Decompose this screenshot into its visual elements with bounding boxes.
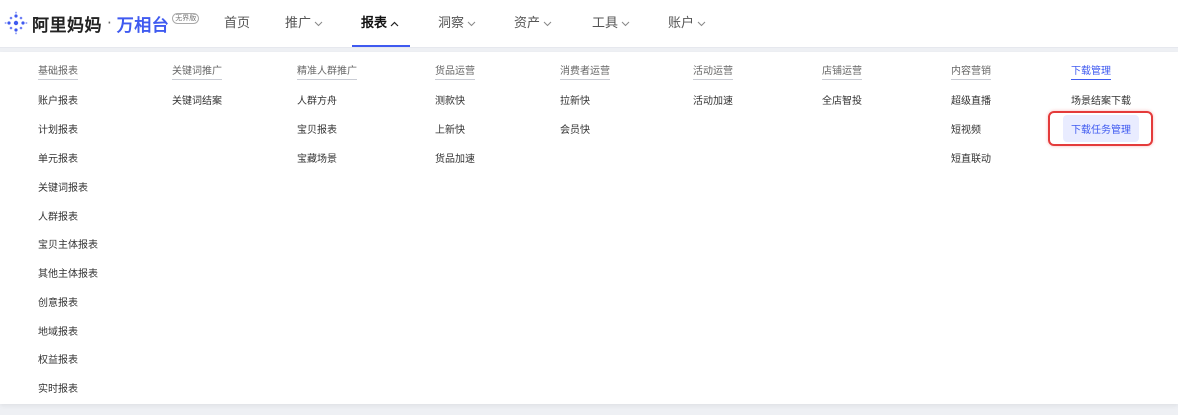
nav-home-label: 首页 [224, 16, 251, 31]
annotation-highlight-box [1048, 111, 1153, 146]
nav-assets-label: 资产 [514, 16, 541, 31]
menu-item-store-smart-invest[interactable]: 全店智投 [822, 92, 862, 107]
menu-item-scene-closing-download[interactable]: 场景结案下载 [1071, 92, 1131, 107]
nav-home[interactable]: 首页 [224, 0, 250, 47]
chevron-up-icon [390, 21, 399, 26]
menu-item-short-live-link[interactable]: 短直联动 [951, 150, 991, 165]
menu-item-audience-ark[interactable]: 人群方舟 [297, 92, 337, 107]
nav-promotion-label: 推广 [285, 16, 312, 31]
nav-promotion[interactable]: 推广 [285, 0, 323, 47]
menu-item-plan-report[interactable]: 计划报表 [38, 121, 78, 136]
chevron-down-icon [697, 21, 706, 26]
nav-reports-label: 报表 [361, 16, 388, 31]
top-navigation-bar: 阿里妈妈 · 万相台 无界版 首页 推广 报表 洞察 资产 工具 账户 [0, 0, 1178, 48]
menu-item-acquire-fast[interactable]: 拉新快 [560, 92, 590, 107]
menu-item-treasure-scene[interactable]: 宝藏场景 [297, 150, 337, 165]
brand-name: 阿里妈妈 [32, 15, 102, 36]
menu-item-goods-boost[interactable]: 货品加速 [435, 150, 475, 165]
column-title: 货品运营 [435, 62, 475, 80]
column-title: 关键词推广 [172, 62, 222, 80]
brand-separator: · [107, 14, 112, 32]
edition-badge: 无界版 [172, 13, 200, 24]
nav-account[interactable]: 账户 [668, 0, 706, 47]
nav-insight-label: 洞察 [438, 16, 465, 31]
alimama-logo-icon [4, 11, 28, 35]
nav-insight[interactable]: 洞察 [438, 0, 476, 47]
nav-tools-label: 工具 [592, 16, 619, 31]
menu-item-account-report[interactable]: 账户报表 [38, 92, 78, 107]
menu-item-keyword-closing[interactable]: 关键词结案 [172, 92, 222, 107]
menu-item-keyword-report[interactable]: 关键词报表 [38, 179, 88, 194]
menu-item-member-fast[interactable]: 会员快 [560, 121, 590, 136]
nav-tools[interactable]: 工具 [592, 0, 630, 47]
active-nav-indicator [352, 45, 410, 47]
product-name: 万相台 [116, 15, 170, 36]
column-title: 店铺运营 [822, 62, 862, 80]
menu-item-region-report[interactable]: 地域报表 [38, 323, 78, 338]
column-title: 活动运营 [693, 62, 733, 80]
menu-item-short-video[interactable]: 短视频 [951, 121, 981, 136]
menu-item-audience-report[interactable]: 人群报表 [38, 208, 78, 223]
menu-item-product-report[interactable]: 宝贝报表 [297, 121, 337, 136]
menu-item-super-live[interactable]: 超级直播 [951, 92, 991, 107]
chevron-down-icon [314, 21, 323, 26]
column-title: 消费者运营 [560, 62, 610, 80]
chevron-down-icon [621, 21, 630, 26]
menu-item-new-fast[interactable]: 上新快 [435, 121, 465, 136]
nav-assets[interactable]: 资产 [514, 0, 552, 47]
menu-item-product-subject-report[interactable]: 宝贝主体报表 [38, 236, 98, 251]
menu-item-event-boost[interactable]: 活动加速 [693, 92, 733, 107]
menu-item-test-fast[interactable]: 测款快 [435, 92, 465, 107]
nav-reports[interactable]: 报表 [361, 0, 399, 47]
chevron-down-icon [467, 21, 476, 26]
brand-logo[interactable]: 阿里妈妈 · 万相台 无界版 [4, 10, 200, 36]
column-title: 内容营销 [951, 62, 991, 80]
chevron-down-icon [543, 21, 552, 26]
menu-item-realtime-report[interactable]: 实时报表 [38, 380, 78, 395]
column-title: 基础报表 [38, 62, 78, 80]
menu-item-creative-report[interactable]: 创意报表 [38, 294, 78, 309]
reports-dropdown-panel: 基础报表 账户报表 计划报表 单元报表 关键词报表 人群报表 宝贝主体报表 其他… [0, 52, 1178, 404]
menu-item-benefit-report[interactable]: 权益报表 [38, 351, 78, 366]
column-title: 下载管理 [1071, 62, 1111, 80]
menu-item-other-subject-report[interactable]: 其他主体报表 [38, 265, 98, 280]
column-title: 精准人群推广 [297, 62, 357, 80]
menu-item-unit-report[interactable]: 单元报表 [38, 150, 78, 165]
nav-account-label: 账户 [668, 16, 695, 31]
